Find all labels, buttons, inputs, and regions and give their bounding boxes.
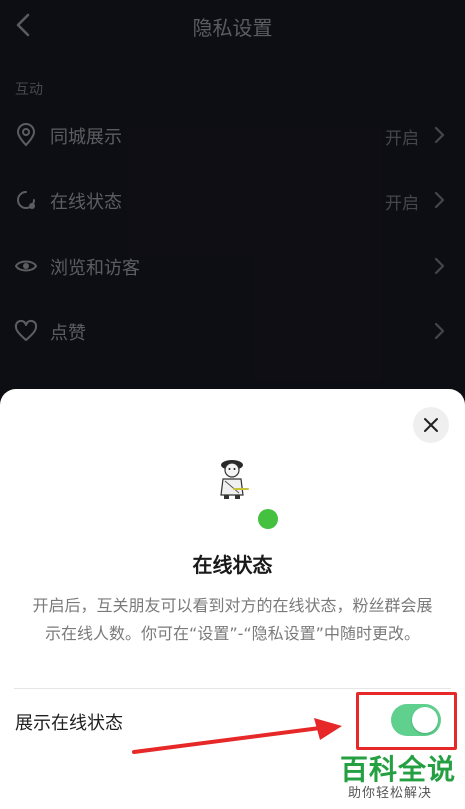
- red-arrow-annotation: [132, 718, 342, 754]
- close-icon: [424, 418, 438, 432]
- close-button[interactable]: [413, 407, 449, 443]
- avatar: [220, 460, 249, 499]
- online-status-dot: [258, 509, 278, 529]
- divider: [14, 688, 451, 689]
- watermark: 百科全说 助你轻松解决: [340, 748, 458, 802]
- highlight-box: [356, 692, 457, 750]
- sheet-title: 在线状态: [192, 553, 273, 577]
- watermark-subtitle: 助你轻松解决: [348, 786, 433, 801]
- sheet-description: 开启后，互关朋友可以看到对方的在线状态，粉丝群会展示在线人数。你可在“设置”-“…: [32, 596, 433, 643]
- toggle-label: 展示在线状态: [15, 713, 123, 734]
